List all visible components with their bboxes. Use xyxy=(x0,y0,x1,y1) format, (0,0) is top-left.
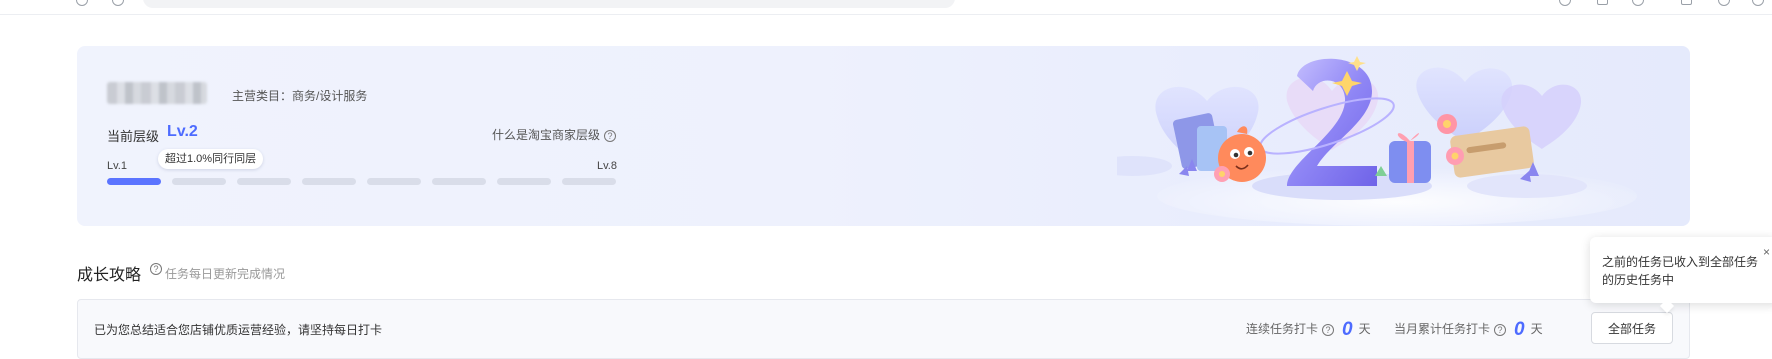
gift-ribbon xyxy=(1407,141,1414,183)
streak-value: 0 xyxy=(1342,319,1353,340)
current-level-label: 当前层级 xyxy=(107,129,160,144)
flower-center xyxy=(1443,120,1451,128)
level-illustration xyxy=(1117,56,1637,226)
shield-icon[interactable] xyxy=(1559,0,1571,6)
help-icon[interactable]: ? xyxy=(604,129,617,142)
merchant-level-card: 主营类目：商务/设计服务 当前层级 Lv.2 什么是淘宝商家层级? Lv.1 L… xyxy=(77,46,1690,226)
streak-unit: 天 xyxy=(1358,322,1371,336)
mascot-pupil xyxy=(1247,150,1253,156)
progress-segment xyxy=(432,178,486,185)
monthly-stat: 当月累计任务打卡? 0 天 xyxy=(1394,319,1543,341)
help-icon[interactable]: ? xyxy=(1494,323,1507,336)
close-icon[interactable]: × xyxy=(1763,245,1770,259)
progress-end-label: Lv.8 xyxy=(597,160,617,172)
task-description: 已为您总结适合您店铺优质运营经验，请坚持每日打卡 xyxy=(94,323,383,337)
exceed-peers-badge: 超过1.0%同行同层 xyxy=(158,149,264,169)
gift-bow xyxy=(1397,133,1420,142)
all-tasks-button[interactable]: 全部任务 xyxy=(1591,312,1673,344)
progress-segment xyxy=(172,178,226,185)
task-checkin-bar: 已为您总结适合您店铺优质运营经验，请坚持每日打卡 连续任务打卡? 0 天 当月累计任… xyxy=(77,299,1690,359)
streak-stat: 连续任务打卡? 0 天 xyxy=(1246,319,1371,341)
main-category: 主营类目：商务/设计服务 xyxy=(232,89,368,103)
user-icon[interactable] xyxy=(1632,0,1644,6)
streak-label: 连续任务打卡 xyxy=(1246,322,1319,336)
popover-message: 之前的任务已收入到全部任务的历史任务中 xyxy=(1602,255,1759,287)
current-level-value: Lv.2 xyxy=(167,123,198,140)
address-bar[interactable] xyxy=(143,0,955,8)
history-tasks-popover: 之前的任务已收入到全部任务的历史任务中 × xyxy=(1590,237,1772,314)
window-icon[interactable] xyxy=(1681,0,1692,5)
shop-name-blurred xyxy=(107,82,207,104)
progress-segment xyxy=(302,178,356,185)
flower-center xyxy=(1219,171,1225,177)
monthly-value: 0 xyxy=(1514,319,1525,340)
progress-segment xyxy=(367,178,421,185)
progress-segment xyxy=(562,178,616,185)
help-icon[interactable]: ? xyxy=(1322,323,1335,336)
what-is-level-label: 什么是淘宝商家层级 xyxy=(492,128,601,142)
clipboard-icon[interactable] xyxy=(1597,0,1608,5)
level-progress-bar xyxy=(107,178,627,185)
mascot-pupil xyxy=(1233,152,1239,158)
progress-segment xyxy=(107,178,161,185)
progress-segment xyxy=(237,178,291,185)
cloud-shape xyxy=(1117,156,1172,176)
flower-center xyxy=(1451,152,1459,160)
browser-toolbar xyxy=(0,0,1772,15)
help-icon[interactable] xyxy=(1718,0,1730,6)
growth-strategy-title: 成长攻略 xyxy=(77,267,142,284)
growth-strategy-subtitle: 任务每日更新完成情况 xyxy=(165,267,286,281)
what-is-level-link[interactable]: 什么是淘宝商家层级? xyxy=(492,126,617,143)
progress-start-label: Lv.1 xyxy=(107,160,127,172)
settings-icon[interactable] xyxy=(1752,0,1764,6)
help-icon[interactable]: ? xyxy=(150,263,162,275)
monthly-label: 当月累计任务打卡 xyxy=(1394,322,1491,336)
refresh-icon[interactable] xyxy=(112,0,124,6)
back-icon[interactable] xyxy=(76,0,88,6)
monthly-unit: 天 xyxy=(1530,322,1543,336)
progress-segment xyxy=(497,178,551,185)
